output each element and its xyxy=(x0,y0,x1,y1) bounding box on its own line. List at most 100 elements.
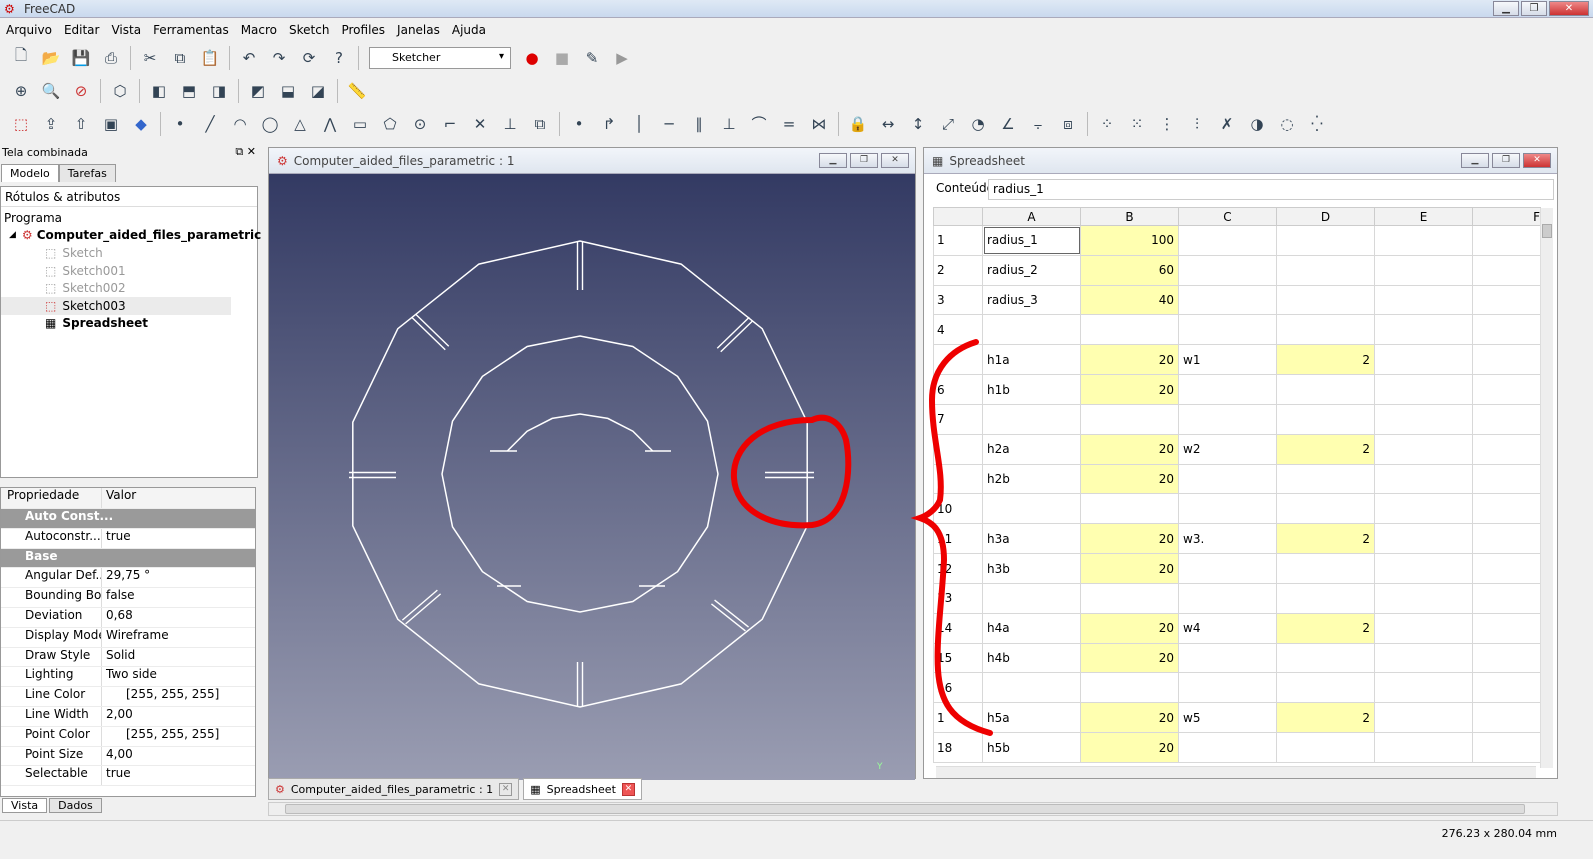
cell-f[interactable] xyxy=(1472,225,1541,256)
cell-d[interactable] xyxy=(1276,553,1375,584)
corner-cell[interactable] xyxy=(933,207,983,226)
cell-a[interactable]: h3a xyxy=(982,523,1081,555)
property-row[interactable]: Line Color [255, 255, 255] xyxy=(1,687,255,707)
workbench-selector[interactable]: Sketcher xyxy=(369,46,511,69)
cell-c[interactable] xyxy=(1178,225,1277,256)
cell-a[interactable]: h5a xyxy=(982,702,1081,734)
cell-d[interactable] xyxy=(1276,225,1375,256)
cell-a[interactable] xyxy=(982,493,1081,525)
cell-a[interactable] xyxy=(982,314,1081,346)
leave-sketch-icon[interactable]: ⇪ xyxy=(40,113,62,135)
create-circle-icon[interactable]: ◯ xyxy=(259,113,281,135)
cell-c[interactable] xyxy=(1178,672,1277,704)
tree-item-sketch001[interactable]: ⬚ Sketch001 xyxy=(1,262,257,280)
constrain-radius-icon[interactable]: ◔ xyxy=(967,113,989,135)
constrain-tangent-icon[interactable]: ⌒ xyxy=(748,113,770,135)
copy-geometry-icon[interactable]: ◌ xyxy=(1276,113,1298,135)
refresh-icon[interactable]: ⟳ xyxy=(298,47,320,69)
create-rectangle-icon[interactable]: ▭ xyxy=(349,113,371,135)
menu-ferramentas[interactable]: Ferramentas xyxy=(149,23,237,37)
property-row[interactable]: Bounding Box false xyxy=(1,588,255,608)
cell-e[interactable] xyxy=(1374,582,1473,614)
row-header[interactable] xyxy=(933,433,983,465)
external-geometry-icon[interactable]: ⊥ xyxy=(499,113,521,135)
constrain-perpendicular-icon[interactable]: ⊥ xyxy=(718,113,740,135)
view3d-close-button[interactable]: ✕ xyxy=(881,153,909,168)
cell-b[interactable] xyxy=(1080,403,1179,435)
spreadsheet-vscroll[interactable] xyxy=(1540,208,1553,768)
cell-f[interactable] xyxy=(1472,254,1541,286)
cell-b[interactable] xyxy=(1080,314,1179,346)
cell-f[interactable] xyxy=(1472,642,1541,674)
cell-c[interactable]: w3. xyxy=(1178,523,1277,555)
cell-e[interactable] xyxy=(1374,433,1473,465)
show-hide-icon[interactable]: ⫶ xyxy=(1186,113,1208,135)
cell-d[interactable] xyxy=(1276,582,1375,614)
whats-this-icon[interactable]: ? xyxy=(328,47,350,69)
cell-e[interactable] xyxy=(1374,672,1473,704)
constrain-horizontal-icon[interactable]: ─ xyxy=(658,113,680,135)
spreadsheet-close-button[interactable]: ✕ xyxy=(1523,153,1551,168)
draw-style-icon[interactable]: ⊘ xyxy=(70,80,92,102)
cell-c[interactable]: w4 xyxy=(1178,612,1277,644)
cell-c[interactable] xyxy=(1178,642,1277,674)
cell-d[interactable] xyxy=(1276,254,1375,286)
cell-a[interactable]: h4a xyxy=(982,612,1081,644)
tree-item-sketch[interactable]: ⬚ Sketch xyxy=(1,244,257,262)
cell-b[interactable]: 20 xyxy=(1080,732,1179,763)
tab-dados[interactable]: Dados xyxy=(49,798,102,813)
row-header[interactable]: 15 xyxy=(933,642,983,674)
column-header-c[interactable]: C xyxy=(1178,207,1277,226)
cell-f[interactable] xyxy=(1472,523,1541,555)
constrain-horizontal-distance-icon[interactable]: ↔ xyxy=(877,113,899,135)
fit-selection-icon[interactable]: 🔍 xyxy=(40,80,62,102)
constrain-equal-icon[interactable]: = xyxy=(778,113,800,135)
cell-c[interactable] xyxy=(1178,284,1277,316)
cell-a[interactable]: radius_1 xyxy=(982,225,1081,256)
open-folder-icon[interactable]: 📂 xyxy=(40,47,62,69)
constrain-parallel-icon[interactable]: ∥ xyxy=(688,113,710,135)
menu-ajuda[interactable]: Ajuda xyxy=(448,23,494,37)
cell-d[interactable]: 2 xyxy=(1276,612,1375,644)
column-header-d[interactable]: D xyxy=(1276,207,1375,226)
cell-a[interactable]: radius_2 xyxy=(982,254,1081,286)
fillet-icon[interactable]: ⌐ xyxy=(439,113,461,135)
trim-icon[interactable]: ✕ xyxy=(469,113,491,135)
new-document-icon[interactable]: 🗋 xyxy=(10,46,32,69)
tree-document[interactable]: ◢ ⚙ Computer_aided_files_parametric xyxy=(1,227,261,245)
cell-c[interactable] xyxy=(1178,732,1277,763)
column-header-b[interactable]: B xyxy=(1080,207,1179,226)
column-header-e[interactable]: E xyxy=(1374,207,1473,226)
cell-f[interactable] xyxy=(1472,314,1541,346)
cell-a[interactable] xyxy=(982,403,1081,435)
minimize-button[interactable]: ▁ xyxy=(1493,1,1519,16)
create-conic-icon[interactable]: △ xyxy=(289,113,311,135)
property-row[interactable]: Point Size 4,00 xyxy=(1,746,255,767)
cell-a[interactable]: radius_3 xyxy=(982,284,1081,316)
cell-a[interactable]: h2b xyxy=(982,463,1081,495)
cell-b[interactable]: 20 xyxy=(1080,344,1179,376)
create-line-icon[interactable]: ╱ xyxy=(199,113,221,135)
cell-b[interactable] xyxy=(1080,672,1179,704)
view3d-restore-button[interactable]: ❐ xyxy=(850,153,878,168)
cell-a[interactable]: h3b xyxy=(982,553,1081,584)
row-header[interactable]: 1 xyxy=(933,702,983,734)
cell-e[interactable] xyxy=(1374,225,1473,256)
property-row[interactable]: Deviation 0,68 xyxy=(1,607,255,628)
row-header[interactable]: 2 xyxy=(933,254,983,286)
select-redundant-icon[interactable]: ⁙ xyxy=(1126,113,1148,135)
paste-icon[interactable]: 📋 xyxy=(199,47,221,69)
cell-e[interactable] xyxy=(1374,314,1473,346)
property-row[interactable]: Autoconstr... true xyxy=(1,528,255,549)
constrain-lock-icon[interactable]: 🔒 xyxy=(847,113,869,135)
row-header[interactable]: 1 xyxy=(933,225,983,256)
property-row[interactable]: Line Width 2,00 xyxy=(1,706,255,727)
run-macro-icon[interactable]: ▶ xyxy=(611,47,633,69)
cell-b[interactable]: 40 xyxy=(1080,284,1179,316)
view-left-icon[interactable]: ◪ xyxy=(307,80,329,102)
measure-distance-icon[interactable]: 📏 xyxy=(346,80,368,102)
constrain-angle-icon[interactable]: ∠ xyxy=(997,113,1019,135)
cell-a[interactable]: h1b xyxy=(982,374,1081,405)
constrain-coincident-icon[interactable]: • xyxy=(568,113,590,135)
array-icon[interactable]: ⁛ xyxy=(1306,113,1328,135)
